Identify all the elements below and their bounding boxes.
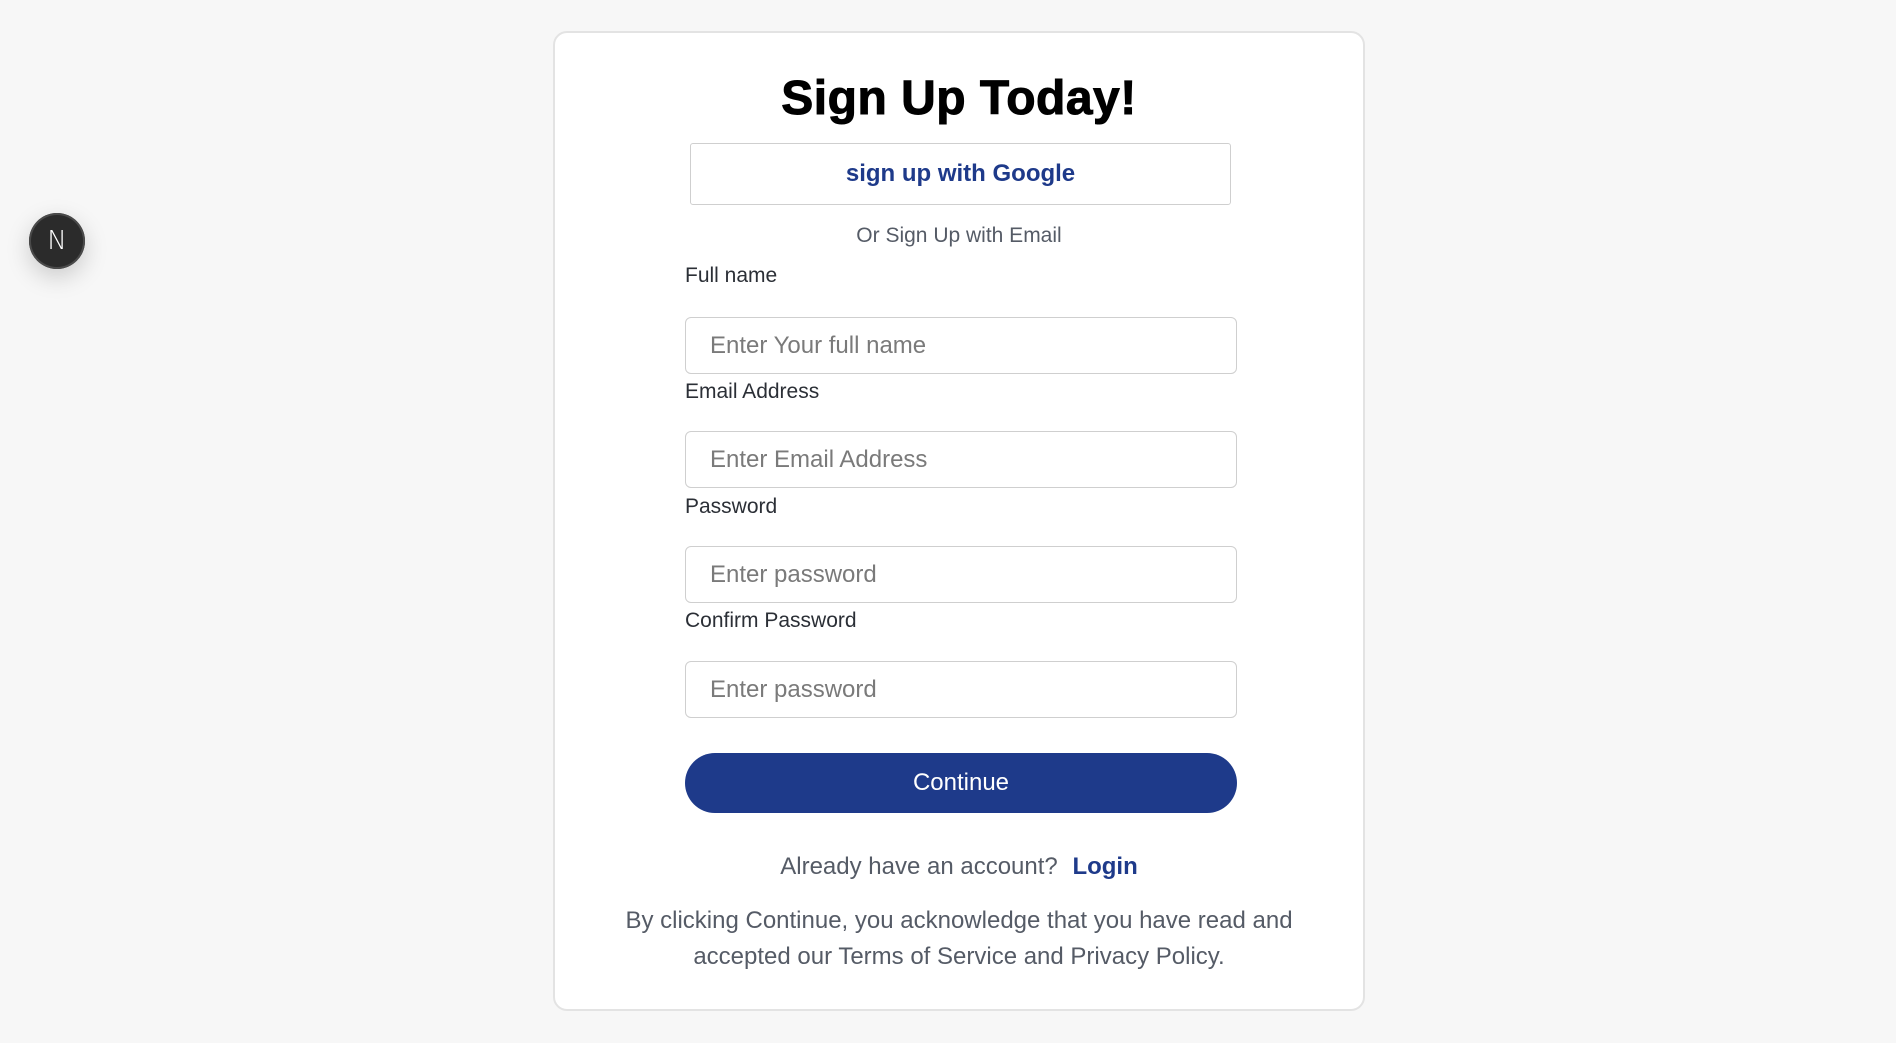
nextjs-logo-icon: N [47, 226, 67, 256]
email-input[interactable] [685, 431, 1237, 488]
full-name-label: Full name [685, 264, 778, 287]
password-input[interactable] [685, 546, 1237, 603]
continue-button[interactable]: Continue [685, 753, 1237, 813]
signup-card: Sign Up Today! sign up with Google Or Si… [553, 31, 1365, 1011]
login-prompt-row: Already have an account? Login [555, 853, 1363, 881]
google-signup-button[interactable]: sign up with Google [690, 143, 1231, 205]
confirm-password-label: Confirm Password [685, 609, 857, 632]
login-prompt-text: Already have an account? [780, 853, 1058, 880]
password-label: Password [685, 495, 778, 518]
login-link[interactable]: Login [1072, 853, 1137, 880]
nextjs-dev-badge[interactable]: N [29, 213, 85, 269]
email-label: Email Address [685, 380, 820, 403]
page-title: Sign Up Today! [781, 72, 1137, 126]
terms-notice: By clicking Continue, you acknowledge th… [625, 907, 1293, 970]
confirm-password-input[interactable] [685, 661, 1237, 718]
email-divider-text: Or Sign Up with Email [856, 224, 1062, 247]
full-name-input[interactable] [685, 317, 1237, 374]
